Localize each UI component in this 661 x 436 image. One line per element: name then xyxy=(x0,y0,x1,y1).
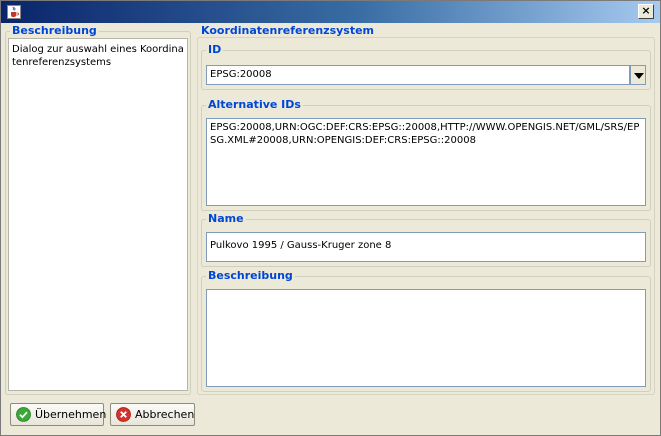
left-description-legend: Beschreibung xyxy=(10,24,99,38)
crs-panel: ID EPSG:20008 Alternative IDs EPSG:20008… xyxy=(197,37,655,395)
red-x-icon xyxy=(116,407,131,422)
description-textarea[interactable] xyxy=(206,289,646,387)
crs-panel-title: Koordinatenreferenzsystem xyxy=(201,24,375,37)
close-icon: × xyxy=(641,4,651,17)
description-legend: Beschreibung xyxy=(206,269,295,283)
apply-button[interactable]: Übernehmen xyxy=(10,403,107,426)
id-group: ID EPSG:20008 xyxy=(201,43,651,90)
title-bar[interactable]: × xyxy=(1,1,660,23)
name-legend: Name xyxy=(206,212,246,226)
name-group: Name Pulkovo 1995 / Gauss-Kruger zone 8 xyxy=(201,212,651,267)
name-field[interactable]: Pulkovo 1995 / Gauss-Kruger zone 8 xyxy=(206,232,646,262)
dialog-content: Beschreibung Dialog zur auswahl eines Ko… xyxy=(1,23,660,435)
alternative-ids-legend: Alternative IDs xyxy=(206,98,303,112)
cancel-button-label: Abbrechen xyxy=(135,408,195,421)
id-legend: ID xyxy=(206,43,224,57)
left-description-text: Dialog zur auswahl eines Koordinatenrefe… xyxy=(8,38,188,391)
left-description-group: Beschreibung Dialog zur auswahl eines Ko… xyxy=(5,24,191,395)
green-check-icon xyxy=(16,407,31,422)
java-cup-icon xyxy=(7,5,21,19)
id-combobox[interactable]: EPSG:20008 xyxy=(206,65,630,85)
alternative-ids-textarea[interactable]: EPSG:20008,URN:OGC:DEF:CRS:EPSG::20008,H… xyxy=(206,118,646,206)
apply-button-label: Übernehmen xyxy=(35,408,107,421)
chevron-down-icon[interactable] xyxy=(630,65,646,85)
alternative-ids-group: Alternative IDs EPSG:20008,URN:OGC:DEF:C… xyxy=(201,98,651,211)
cancel-button[interactable]: Abbrechen xyxy=(110,403,195,426)
close-button[interactable]: × xyxy=(638,4,654,19)
description-group: Beschreibung xyxy=(201,269,651,392)
dialog-window: × Beschreibung Dialog zur auswahl eines … xyxy=(0,0,661,436)
